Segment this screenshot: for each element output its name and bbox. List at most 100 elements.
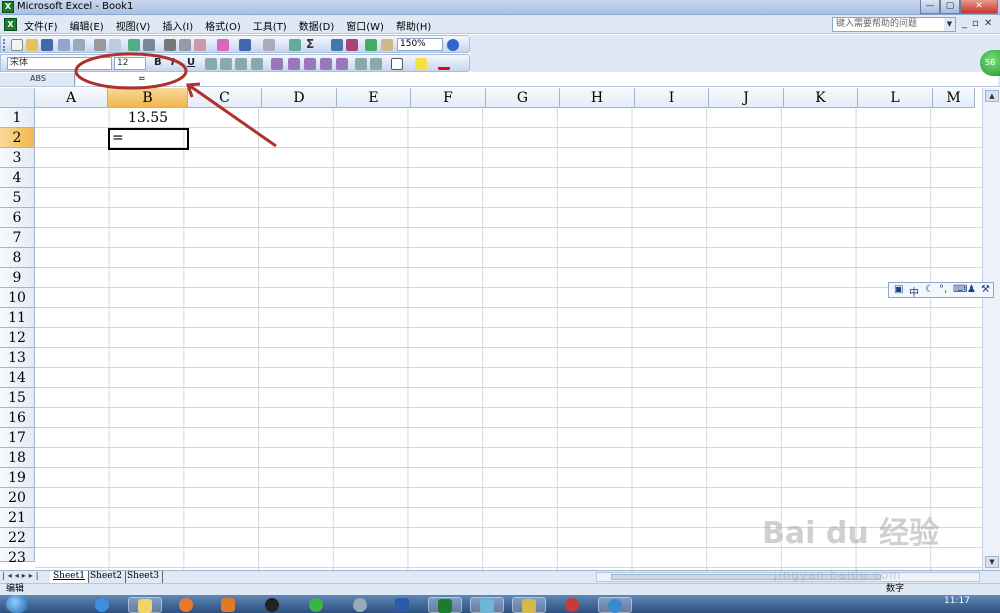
taskbar-chrome[interactable] xyxy=(598,597,632,613)
font-name-select[interactable]: 宋体 xyxy=(7,57,112,70)
active-cell-outline[interactable] xyxy=(108,128,189,150)
row-header-21[interactable]: 21 xyxy=(0,508,35,528)
hyperlink-icon[interactable] xyxy=(289,39,301,51)
align-left-icon[interactable] xyxy=(205,58,217,70)
ime-mode-toggle[interactable]: 中 xyxy=(909,284,919,299)
column-header-l[interactable]: L xyxy=(858,88,933,108)
scroll-down-icon[interactable]: ▼ xyxy=(985,556,999,568)
menu-help[interactable]: 帮助(H) xyxy=(396,18,431,33)
row-header-2[interactable]: 2 xyxy=(0,128,35,148)
research-icon[interactable] xyxy=(143,39,155,51)
maximize-button[interactable]: ▢ xyxy=(940,0,960,14)
menu-tools[interactable]: 工具(T) xyxy=(253,18,287,33)
column-header-g[interactable]: G xyxy=(486,88,560,108)
row-header-10[interactable]: 10 xyxy=(0,288,35,308)
menu-view[interactable]: 视图(V) xyxy=(116,18,151,33)
workbook-icon[interactable]: X xyxy=(4,18,17,31)
taskbar-player[interactable] xyxy=(212,597,246,613)
row-header-19[interactable]: 19 xyxy=(0,468,35,488)
column-header-d[interactable]: D xyxy=(262,88,337,108)
row-header-23[interactable]: 23 xyxy=(0,548,35,566)
chart-wizard-icon[interactable] xyxy=(365,39,377,51)
start-button[interactable] xyxy=(6,595,28,613)
menu-window[interactable]: 窗口(W) xyxy=(346,18,384,33)
font-color-icon[interactable] xyxy=(438,58,450,70)
moon-icon[interactable]: ☾ xyxy=(925,284,934,295)
taskbar-explorer[interactable] xyxy=(128,597,162,613)
tab-sheet2[interactable]: Sheet2 xyxy=(87,571,126,583)
ime-toolbar[interactable]: ▣ 中 ☾ °, ⌨ ♟ ⚒ xyxy=(888,282,994,299)
increase-decimal-icon[interactable] xyxy=(320,58,332,70)
scroll-up-icon[interactable]: ▲ xyxy=(985,90,999,102)
taskbar-qq[interactable] xyxy=(256,597,290,613)
doc-close-button[interactable]: ✕ xyxy=(984,18,992,29)
ime-logo-icon[interactable]: ▣ xyxy=(894,284,903,295)
row-header-20[interactable]: 20 xyxy=(0,488,35,508)
chevron-down-icon[interactable]: ▼ xyxy=(944,18,955,31)
column-header-m[interactable]: M xyxy=(933,88,975,108)
merge-center-icon[interactable] xyxy=(251,58,263,70)
row-header-9[interactable]: 9 xyxy=(0,268,35,288)
menu-insert[interactable]: 插入(I) xyxy=(162,18,193,33)
tab-sheet3[interactable]: Sheet3 xyxy=(124,571,163,583)
taskbar-video[interactable] xyxy=(386,597,420,613)
column-header-e[interactable]: E xyxy=(337,88,411,108)
user-icon[interactable]: ♟ xyxy=(967,284,976,295)
zoom-select[interactable]: 150% xyxy=(397,38,443,51)
sort-ascending-icon[interactable] xyxy=(331,39,343,51)
menu-format[interactable]: 格式(O) xyxy=(205,18,241,33)
align-right-icon[interactable] xyxy=(235,58,247,70)
taskbar-paint[interactable] xyxy=(512,597,546,613)
redo-icon[interactable] xyxy=(263,39,275,51)
drawing-icon[interactable] xyxy=(381,39,393,51)
open-icon[interactable] xyxy=(26,39,38,51)
italic-button[interactable]: I xyxy=(171,57,175,68)
row-header-8[interactable]: 8 xyxy=(0,248,35,268)
keyboard-icon[interactable]: ⌨ xyxy=(953,284,967,295)
print-preview-icon[interactable] xyxy=(109,39,121,51)
row-header-12[interactable]: 12 xyxy=(0,328,35,348)
row-header-7[interactable]: 7 xyxy=(0,228,35,248)
save-icon[interactable] xyxy=(41,39,53,51)
taskbar-window[interactable] xyxy=(470,597,504,613)
copy-icon[interactable] xyxy=(179,39,191,51)
decrease-decimal-icon[interactable] xyxy=(336,58,348,70)
row-header-22[interactable]: 22 xyxy=(0,528,35,548)
tab-sheet1[interactable]: Sheet1 xyxy=(50,571,89,583)
column-header-h[interactable]: H xyxy=(560,88,635,108)
taskbar-360[interactable] xyxy=(300,597,334,613)
row-header-1[interactable]: 1 xyxy=(0,108,35,128)
decrease-indent-icon[interactable] xyxy=(355,58,367,70)
taskbar-app[interactable] xyxy=(344,597,378,613)
vertical-scrollbar[interactable]: ▲ ▼ xyxy=(982,88,1000,570)
column-header-b[interactable]: B xyxy=(108,88,188,108)
spelling-icon[interactable] xyxy=(128,39,140,51)
taskbar-clock[interactable]: 11:17 xyxy=(944,596,970,606)
toolbar-grip[interactable] xyxy=(3,39,6,51)
taskbar-shield[interactable] xyxy=(556,597,590,613)
menu-data[interactable]: 数据(D) xyxy=(299,18,335,33)
taskbar-excel[interactable] xyxy=(428,597,462,613)
column-header-i[interactable]: I xyxy=(635,88,709,108)
new-icon[interactable] xyxy=(11,39,23,51)
sort-descending-icon[interactable] xyxy=(346,39,358,51)
permission-icon[interactable] xyxy=(58,39,70,51)
menu-file[interactable]: 文件(F) xyxy=(24,18,58,33)
menu-edit[interactable]: 编辑(E) xyxy=(70,18,104,33)
taskbar-ie[interactable] xyxy=(86,597,120,613)
column-header-f[interactable]: F xyxy=(411,88,486,108)
close-button[interactable]: ✕ xyxy=(960,0,998,14)
row-header-3[interactable]: 3 xyxy=(0,148,35,168)
borders-icon[interactable] xyxy=(391,58,403,70)
autosum-icon[interactable]: Σ xyxy=(306,37,314,51)
comma-style-icon[interactable] xyxy=(304,58,316,70)
row-header-18[interactable]: 18 xyxy=(0,448,35,468)
percent-icon[interactable] xyxy=(288,58,300,70)
cell-grid[interactable] xyxy=(35,108,982,570)
excel-app-icon[interactable]: X xyxy=(2,1,14,13)
row-header-4[interactable]: 4 xyxy=(0,168,35,188)
taskbar-firefox[interactable] xyxy=(170,597,204,613)
doc-restore-button[interactable]: ▫ xyxy=(972,18,979,29)
wrench-icon[interactable]: ⚒ xyxy=(981,284,990,295)
select-all-corner[interactable] xyxy=(0,88,35,108)
